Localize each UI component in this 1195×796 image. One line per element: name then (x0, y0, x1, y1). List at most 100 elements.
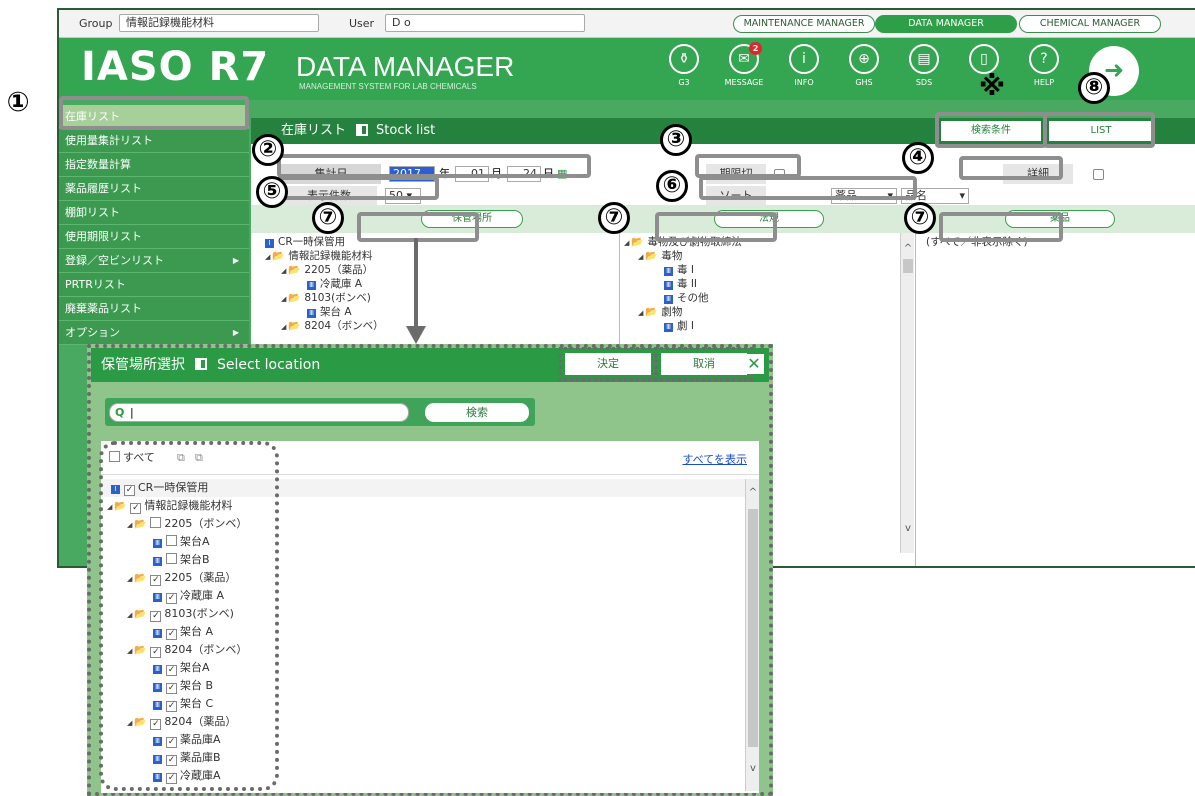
panel-icon (195, 358, 207, 370)
annotation-kome: ※ (978, 71, 1006, 102)
tree-item[interactable]: ◢ 📂 8103(ボンベ) (281, 291, 371, 305)
tree-item[interactable]: Ⅲ毒 I (664, 263, 694, 277)
box-icon: Ⅲ (664, 267, 673, 276)
sds-button[interactable]: ▤ SDS (899, 44, 949, 87)
select-location-dialog: 保管場所選択 Select location 決定 取消 ✕ Q | 検索 すべて… (87, 344, 773, 796)
sidebar-item-usage-summary[interactable]: 使用量集計リスト (59, 129, 249, 153)
group-label: Group (79, 17, 113, 30)
group-field[interactable]: 情報記録機能材料 (119, 14, 319, 32)
tab-chemical-manager[interactable]: CHEMICAL MANAGER (1019, 15, 1161, 33)
sidebar-item-expiry[interactable]: 使用期限リスト (59, 225, 249, 249)
folder-icon: 📂 (288, 265, 301, 276)
detail-checkbox[interactable] (1093, 169, 1104, 180)
tree-item[interactable]: I CR一時保管用 (265, 235, 345, 249)
annotation-7c: ⑦ (904, 202, 936, 234)
annotation-7b: ⑦ (598, 202, 630, 234)
sidebar-item-options[interactable]: オプション ▶ (59, 321, 249, 345)
tree-item[interactable]: ◢ 📂 毒物 (638, 249, 682, 263)
sidebar-item-prtr[interactable]: PRTRリスト (59, 273, 249, 297)
dialog-search-button[interactable]: 検索 (425, 403, 529, 422)
tree-item[interactable]: Ⅲ 冷蔵庫 A (307, 277, 362, 291)
user-field[interactable]: D o (385, 14, 585, 32)
confirm-button[interactable]: 決定 (559, 347, 657, 381)
sidebar-item-label: 使用期限リスト (65, 230, 142, 243)
highlight-list (1043, 112, 1155, 148)
close-icon[interactable]: ✕ (744, 354, 764, 374)
folder-icon: 📂 (631, 237, 644, 248)
tree-item[interactable]: ◢ 📂 劇物 (638, 305, 682, 319)
sidebar-item-label: 棚卸リスト (65, 206, 120, 219)
tree-item[interactable]: Ⅲ劇 I (664, 319, 694, 333)
app-title: DATA MANAGER (296, 51, 515, 82)
sidebar-item-label: PRTRリスト (65, 278, 126, 291)
folder-icon: 📂 (288, 293, 301, 304)
law-scrollbar[interactable]: ^ v (900, 233, 914, 553)
sidebar-item-history[interactable]: 薬品履歴リスト (59, 177, 249, 201)
annotation-6: ⑥ (656, 170, 688, 202)
page-title-jp: 在庫リスト (281, 123, 347, 138)
ghs-button[interactable]: ⊕ GHS (839, 44, 889, 87)
show-all-link[interactable]: すべてを表示 (682, 451, 747, 467)
document-icon: ▤ (909, 44, 939, 74)
scroll-thumb[interactable] (748, 509, 758, 747)
box-icon: Ⅲ (664, 295, 673, 304)
help-button[interactable]: ? HELP (1019, 44, 1069, 87)
sidebar-item-disposal[interactable]: 廃棄薬品リスト (59, 297, 249, 321)
tree-item[interactable]: ◢ 📂 情報記録機能材料 (265, 249, 372, 263)
globe-icon: ⊕ (849, 44, 879, 74)
g3-button[interactable]: ⚱ G3 (659, 44, 709, 87)
sidebar-item-registration[interactable]: 登録／空ビンリスト ▶ (59, 249, 249, 273)
sidebar-item-label: 指定数量計算 (65, 158, 131, 171)
pointer-arrow (406, 238, 426, 344)
message-badge: 2 (749, 42, 762, 55)
annotation-8: ⑧ (1078, 72, 1110, 104)
chevron-right-icon: ▶ (232, 256, 239, 265)
sidebar-item-inventory[interactable]: 棚卸リスト (59, 201, 249, 225)
highlight-sort (699, 176, 917, 200)
annotation-1: ① (2, 88, 34, 120)
ghs-label: GHS (855, 78, 873, 87)
dialog-scrollbar[interactable]: ^ v (745, 479, 759, 791)
scroll-down-icon[interactable]: v (901, 523, 915, 534)
dialog-location-list: すべて ⧉ ⧉ すべてを表示 I ✓ CR一時保管用 ◢ 📂 ✓ 情報記録機能材料 ◢ 📂 2… (99, 441, 759, 793)
folder-icon: 📂 (272, 251, 285, 262)
page-title-en: Stock list (376, 123, 436, 138)
sidebar-item-quantity-calc[interactable]: 指定数量計算 (59, 153, 249, 177)
highlight-detail (959, 156, 1063, 180)
chevron-right-icon: ▶ (232, 328, 239, 337)
panel-icon (356, 124, 369, 136)
sds-label: SDS (915, 78, 933, 87)
help-label: HELP (1033, 78, 1055, 87)
sidebar-item-label: オプション (65, 326, 120, 339)
sidebar-item-label: 薬品履歴リスト (65, 182, 142, 195)
dialog-search-input[interactable]: Q | (109, 403, 409, 422)
scroll-down-icon[interactable]: v (746, 763, 760, 774)
tree-item[interactable]: Ⅲ その他 (664, 291, 709, 305)
scroll-up-icon[interactable]: ^ (746, 487, 760, 498)
info-label: INFO (794, 78, 814, 87)
folder-icon: 📂 (288, 321, 301, 332)
scroll-thumb[interactable] (903, 259, 913, 273)
phone-icon: ▯ (969, 44, 999, 74)
tree-item[interactable]: ◢ 📂 2205（薬品） (281, 263, 373, 277)
highlight-expired (695, 154, 801, 178)
highlight-law-pill (655, 212, 777, 242)
folder-icon: 📂 (645, 307, 658, 318)
info-icon: i (789, 44, 819, 74)
search-text: | (130, 406, 134, 419)
info-button[interactable]: i INFO (779, 44, 829, 87)
scroll-up-icon[interactable]: ^ (901, 243, 915, 254)
tree-item[interactable]: Ⅲ毒 II (664, 277, 697, 291)
folder-icon: 📂 (645, 251, 658, 262)
tab-maintenance-manager[interactable]: MAINTENANCE MANAGER (733, 15, 875, 33)
dialog-title-en: Select location (217, 357, 321, 373)
box-icon: I (265, 239, 274, 248)
box-icon: Ⅲ (664, 281, 673, 290)
tree-item[interactable]: Ⅲ 架台 A (307, 305, 352, 319)
tab-data-manager[interactable]: DATA MANAGER (875, 15, 1017, 33)
top-bar: Group 情報記録機能材料 User D o MAINTENANCE MANA… (59, 10, 1195, 38)
tree-item[interactable]: ◢ 📂 8204（ボンベ） (281, 319, 384, 333)
message-button[interactable]: ✉ 2 MESSAGE (719, 42, 769, 87)
iaso-logo: IASO R7 (81, 44, 270, 90)
cancel-button[interactable]: 取消 (655, 347, 753, 381)
